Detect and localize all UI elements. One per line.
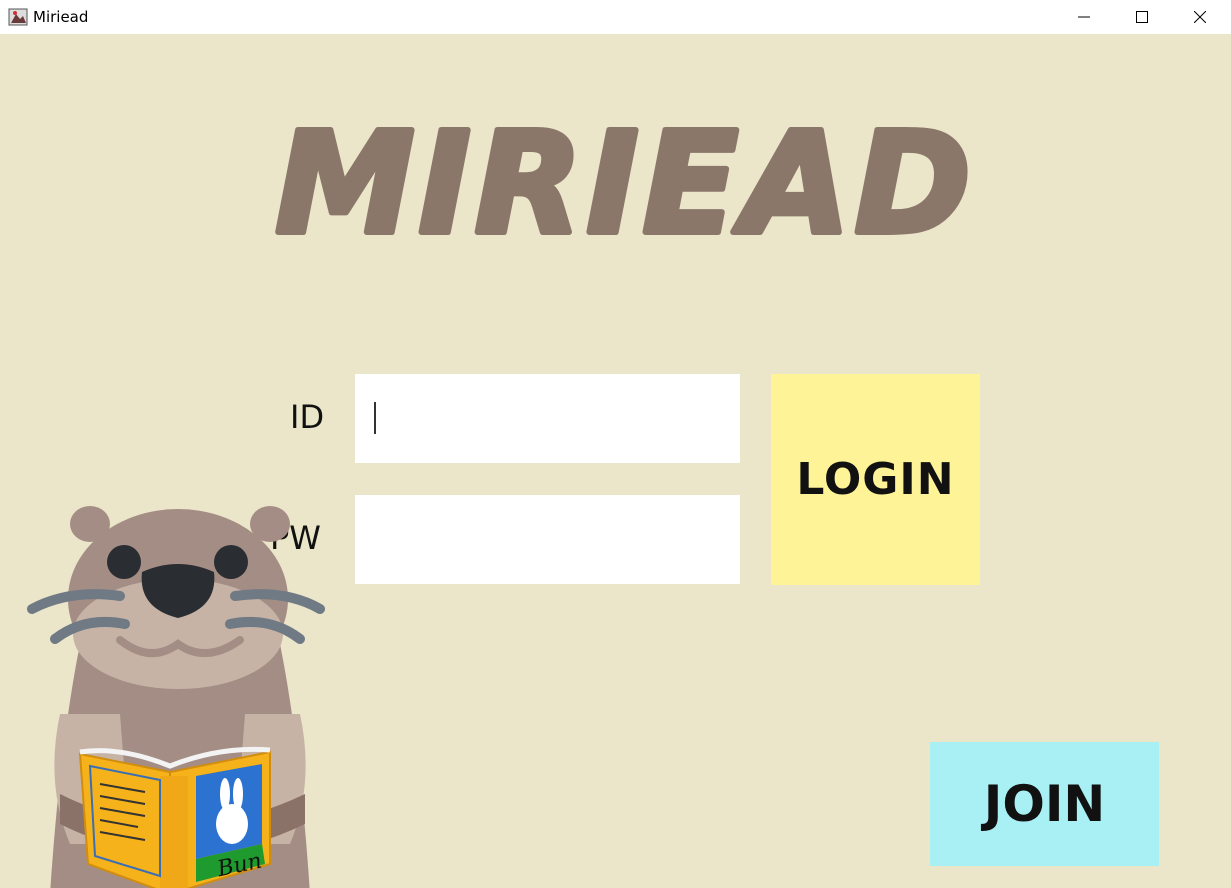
minimize-button[interactable] bbox=[1055, 0, 1113, 34]
logo-text: MIRIEAD bbox=[275, 104, 975, 264]
maximize-icon bbox=[1136, 11, 1148, 23]
pw-input[interactable] bbox=[355, 495, 740, 584]
login-button[interactable]: LOGIN bbox=[771, 374, 980, 585]
id-input[interactable] bbox=[355, 374, 740, 463]
minimize-icon bbox=[1078, 16, 1090, 18]
join-button[interactable]: JOIN bbox=[930, 742, 1159, 866]
close-icon bbox=[1194, 11, 1206, 23]
app-logo: MIRIEAD bbox=[272, 104, 975, 264]
text-caret bbox=[374, 402, 376, 434]
maximize-button[interactable] bbox=[1113, 0, 1171, 34]
window-title: Miriead bbox=[33, 8, 89, 26]
app-icon bbox=[8, 8, 28, 26]
otter-mascot-illustration: Bun bbox=[27, 506, 325, 888]
login-panel: MIRIEAD ID PW LOGIN JOIN Bun bbox=[0, 34, 1231, 888]
close-button[interactable] bbox=[1171, 0, 1229, 34]
title-bar: Miriead bbox=[0, 0, 1231, 34]
id-label: ID bbox=[290, 398, 325, 436]
